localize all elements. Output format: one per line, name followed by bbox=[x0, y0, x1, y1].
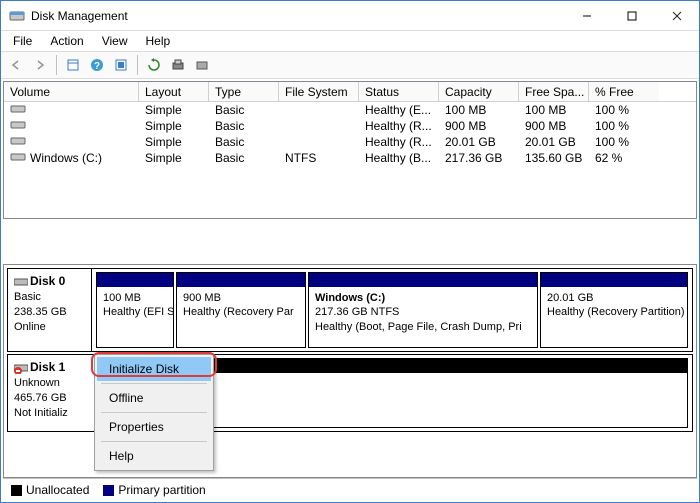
titlebar: Disk Management bbox=[1, 1, 699, 31]
volume-list: Volume Layout Type File System Status Ca… bbox=[3, 81, 697, 219]
partition[interactable]: 100 MBHealthy (EFI S bbox=[96, 272, 174, 348]
menu-action[interactable]: Action bbox=[42, 32, 91, 50]
volume-cell bbox=[4, 135, 139, 149]
refresh-button[interactable] bbox=[143, 54, 165, 76]
volume-list-body[interactable]: SimpleBasicHealthy (E...100 MB100 MB100 … bbox=[4, 102, 696, 218]
volume-cell: Basic bbox=[209, 119, 279, 133]
disk0-type: Basic bbox=[14, 291, 41, 303]
col-layout[interactable]: Layout bbox=[139, 82, 209, 101]
partition-body: 900 MBHealthy (Recovery Par bbox=[177, 287, 305, 347]
col-pctfree[interactable]: % Free bbox=[589, 82, 659, 101]
col-freespace[interactable]: Free Spa... bbox=[519, 82, 589, 101]
volume-cell: Windows (C:) bbox=[4, 151, 139, 165]
ctx-properties[interactable]: Properties bbox=[97, 415, 211, 439]
partition[interactable]: 20.01 GBHealthy (Recovery Partition) bbox=[540, 272, 688, 348]
volume-cell: 135.60 GB bbox=[519, 151, 589, 165]
volume-header-row: Volume Layout Type File System Status Ca… bbox=[4, 82, 696, 102]
svg-text:?: ? bbox=[94, 61, 100, 72]
disk0-partitions: 100 MBHealthy (EFI S900 MBHealthy (Recov… bbox=[92, 269, 692, 351]
disk0-size: 238.35 GB bbox=[14, 306, 67, 318]
volume-cell: Basic bbox=[209, 151, 279, 165]
disk-error-icon bbox=[14, 362, 28, 374]
volume-cell: 100 % bbox=[589, 135, 659, 149]
col-type[interactable]: Type bbox=[209, 82, 279, 101]
partition[interactable]: 900 MBHealthy (Recovery Par bbox=[176, 272, 306, 348]
partition-bar bbox=[541, 273, 687, 287]
volume-cell: 100 MB bbox=[519, 103, 589, 117]
volume-cell: Healthy (R... bbox=[359, 119, 439, 133]
volume-cell: Simple bbox=[139, 103, 209, 117]
menu-help[interactable]: Help bbox=[138, 32, 179, 50]
context-menu: Initialize Disk Offline Properties Help bbox=[94, 354, 214, 471]
volume-cell: 20.01 GB bbox=[439, 135, 519, 149]
disk-icon bbox=[14, 277, 28, 287]
disk1-type: Unknown bbox=[14, 377, 60, 389]
minimize-button[interactable] bbox=[564, 1, 609, 30]
volume-cell: Simple bbox=[139, 119, 209, 133]
volume-cell: Healthy (B... bbox=[359, 151, 439, 165]
volume-row[interactable]: SimpleBasicHealthy (R...900 MB900 MB100 … bbox=[4, 118, 696, 134]
partition-bar bbox=[309, 273, 537, 287]
menu-file[interactable]: File bbox=[5, 32, 40, 50]
show-hide-button[interactable] bbox=[62, 54, 84, 76]
menubar: File Action View Help bbox=[1, 31, 699, 51]
close-button[interactable] bbox=[654, 1, 699, 30]
volume-row[interactable]: SimpleBasicHealthy (R...20.01 GB20.01 GB… bbox=[4, 134, 696, 150]
disk1-info[interactable]: Disk 1 Unknown 465.76 GB Not Initializ bbox=[8, 355, 96, 431]
ctx-initialize-disk[interactable]: Initialize Disk bbox=[97, 357, 211, 381]
volume-row[interactable]: SimpleBasicHealthy (E...100 MB100 MB100 … bbox=[4, 102, 696, 118]
volume-row[interactable]: Windows (C:)SimpleBasicNTFSHealthy (B...… bbox=[4, 150, 696, 166]
volume-cell: Basic bbox=[209, 103, 279, 117]
partition-body: Windows (C:)217.36 GB NTFSHealthy (Boot,… bbox=[309, 287, 537, 347]
partition-body: 20.01 GBHealthy (Recovery Partition) bbox=[541, 287, 687, 347]
partition-bar bbox=[97, 273, 173, 287]
rescan-button[interactable] bbox=[167, 54, 189, 76]
col-capacity[interactable]: Capacity bbox=[439, 82, 519, 101]
disk1-size: 465.76 GB bbox=[14, 392, 67, 404]
volume-cell: 100 % bbox=[589, 119, 659, 133]
maximize-button[interactable] bbox=[609, 1, 654, 30]
settings-button[interactable] bbox=[110, 54, 132, 76]
volume-cell bbox=[4, 119, 139, 133]
toolbar: ? bbox=[1, 51, 699, 79]
ctx-offline[interactable]: Offline bbox=[97, 386, 211, 410]
volume-cell: Healthy (R... bbox=[359, 135, 439, 149]
window-title: Disk Management bbox=[31, 9, 564, 23]
help-button[interactable]: ? bbox=[86, 54, 108, 76]
disk1-status: Not Initializ bbox=[14, 407, 68, 419]
partition[interactable]: Windows (C:)217.36 GB NTFSHealthy (Boot,… bbox=[308, 272, 538, 348]
partition-bar bbox=[177, 273, 305, 287]
volume-cell: 100 % bbox=[589, 103, 659, 117]
volume-cell: 217.36 GB bbox=[439, 151, 519, 165]
legend-unallocated: Unallocated bbox=[11, 483, 89, 497]
back-button bbox=[5, 54, 27, 76]
col-status[interactable]: Status bbox=[359, 82, 439, 101]
legend-primary: Primary partition bbox=[103, 483, 205, 497]
disk0-info[interactable]: Disk 0 Basic 238.35 GB Online bbox=[8, 269, 92, 351]
volume-cell: Simple bbox=[139, 135, 209, 149]
col-volume[interactable]: Volume bbox=[4, 82, 139, 101]
volume-cell: Simple bbox=[139, 151, 209, 165]
partition-body: 100 MBHealthy (EFI S bbox=[97, 287, 173, 347]
disk0-label: Disk 0 bbox=[30, 274, 65, 288]
forward-button bbox=[29, 54, 51, 76]
disk1-label: Disk 1 bbox=[30, 360, 65, 374]
ctx-help[interactable]: Help bbox=[97, 444, 211, 468]
legend: Unallocated Primary partition bbox=[3, 478, 697, 500]
volume-cell: NTFS bbox=[279, 151, 359, 165]
action-button[interactable] bbox=[191, 54, 213, 76]
volume-cell bbox=[4, 103, 139, 117]
volume-cell: 100 MB bbox=[439, 103, 519, 117]
volume-cell: 20.01 GB bbox=[519, 135, 589, 149]
volume-cell: 900 MB bbox=[439, 119, 519, 133]
volume-cell: Basic bbox=[209, 135, 279, 149]
col-filesystem[interactable]: File System bbox=[279, 82, 359, 101]
disk0-status: Online bbox=[14, 321, 46, 333]
volume-cell: 900 MB bbox=[519, 119, 589, 133]
app-icon bbox=[9, 8, 25, 24]
disk-row-0[interactable]: Disk 0 Basic 238.35 GB Online 100 MBHeal… bbox=[7, 268, 693, 352]
volume-cell: Healthy (E... bbox=[359, 103, 439, 117]
menu-view[interactable]: View bbox=[94, 32, 136, 50]
volume-cell: 62 % bbox=[589, 151, 659, 165]
